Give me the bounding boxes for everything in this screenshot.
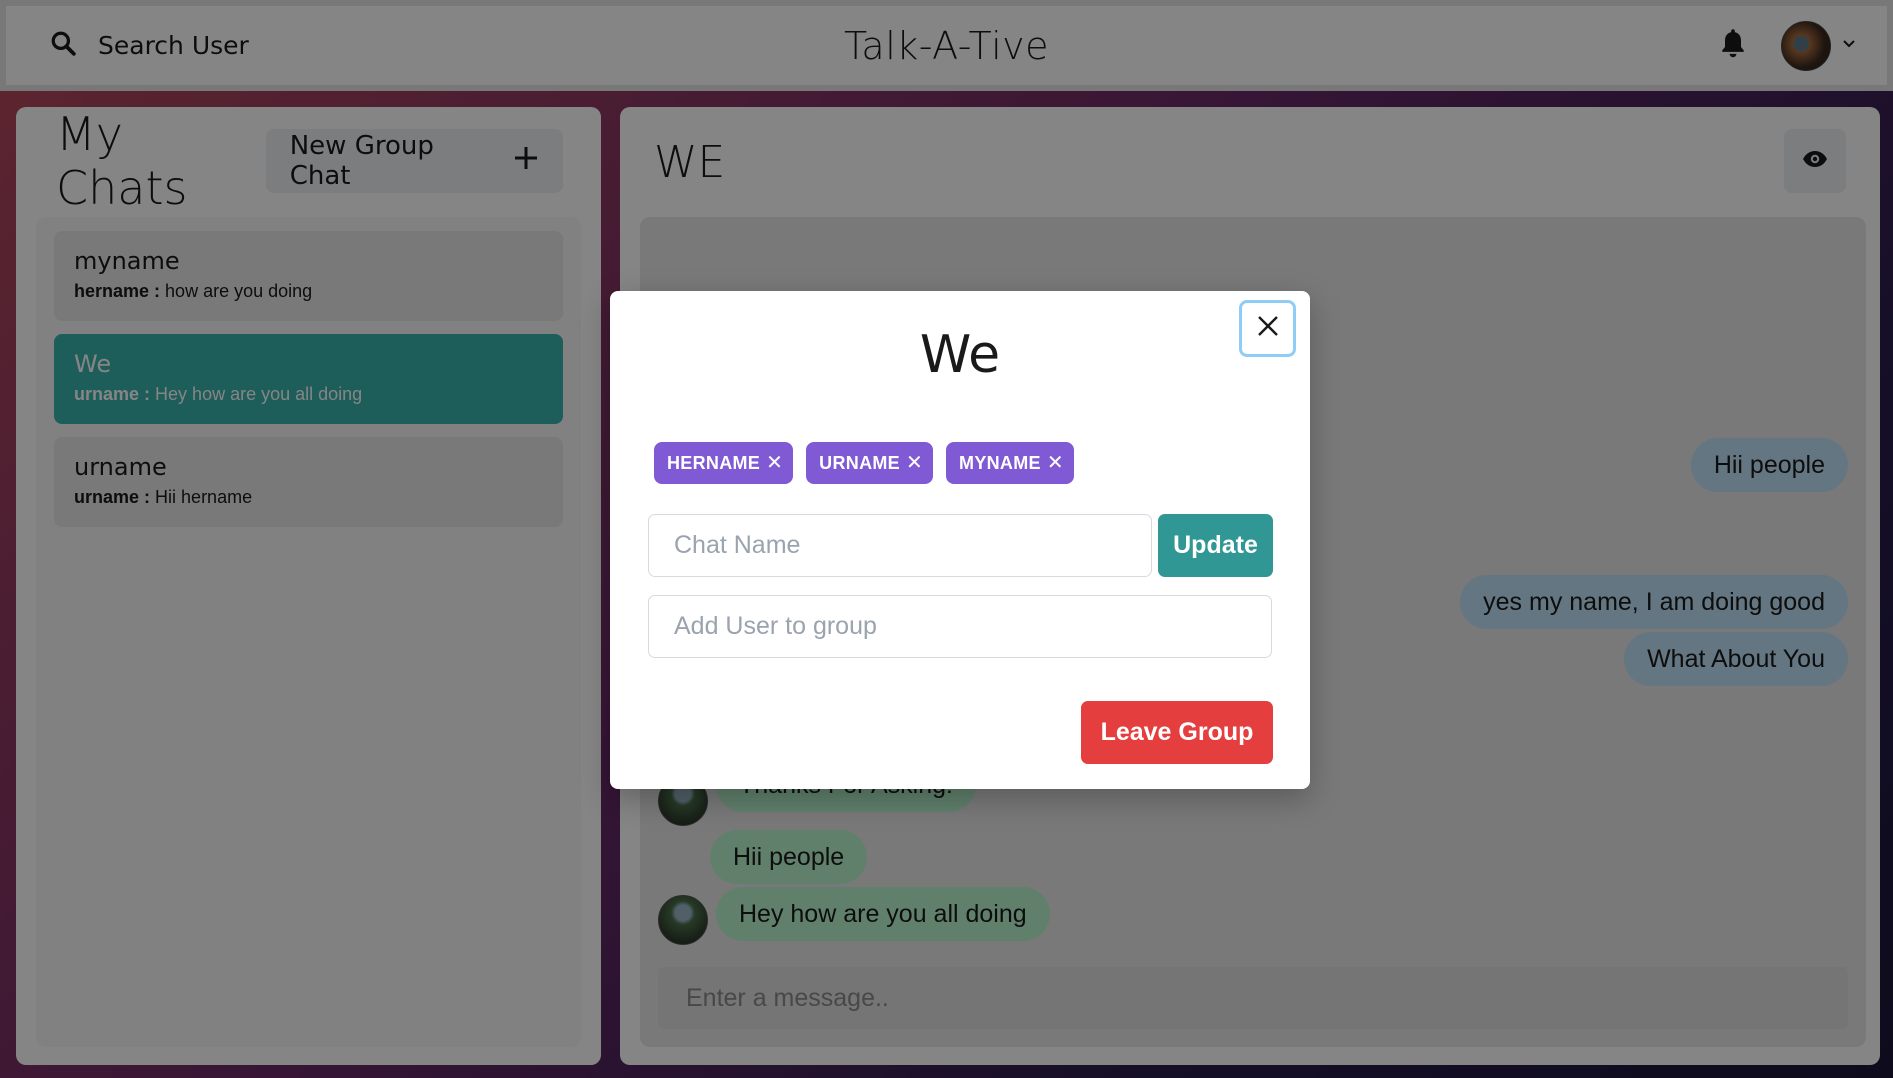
member-badge-hername[interactable]: HERNAME ✕ <box>654 442 794 484</box>
add-user-input[interactable] <box>648 595 1272 658</box>
remove-member-icon[interactable]: ✕ <box>906 453 923 473</box>
member-badge-myname[interactable]: MYNAME ✕ <box>946 442 1074 484</box>
member-badge-label: HERNAME <box>667 452 761 473</box>
member-badge-urname[interactable]: URNAME ✕ <box>806 442 934 484</box>
remove-member-icon[interactable]: ✕ <box>1047 453 1064 473</box>
member-badge-label: MYNAME <box>959 452 1041 473</box>
remove-member-icon[interactable]: ✕ <box>766 453 783 473</box>
update-button[interactable]: Update <box>1158 514 1273 577</box>
member-badge-label: URNAME <box>819 452 900 473</box>
modal-title: We <box>919 325 1001 385</box>
group-settings-modal: We HERNAME ✕ URNAME ✕ MYNAME ✕ Update Le… <box>610 291 1310 789</box>
member-badges: HERNAME ✕ URNAME ✕ MYNAME ✕ <box>654 442 1074 484</box>
close-button[interactable] <box>1239 300 1296 357</box>
chat-name-input[interactable] <box>648 514 1152 577</box>
leave-group-button[interactable]: Leave Group <box>1081 701 1273 764</box>
close-icon <box>1257 315 1279 342</box>
